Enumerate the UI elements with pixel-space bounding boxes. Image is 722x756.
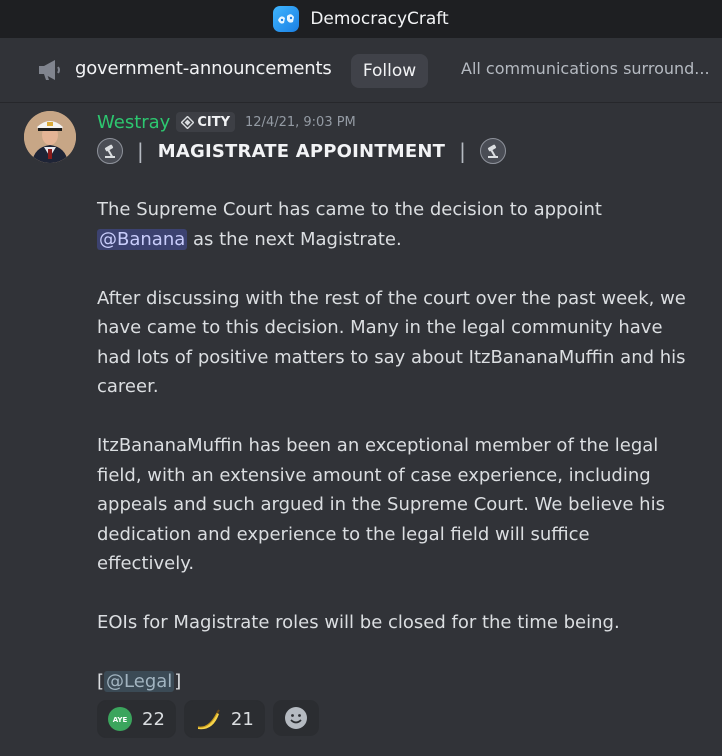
role-mention[interactable]: @Legal — [104, 671, 175, 692]
paragraph-3: ItzBananaMuffin has been an exceptional … — [97, 435, 665, 574]
city-tag-label: CITY — [197, 114, 231, 130]
follow-button[interactable]: Follow — [351, 54, 428, 88]
reactions: AYE 22 21 — [97, 700, 319, 738]
bracket-close: ] — [174, 671, 182, 692]
gavel-emblem-icon — [479, 138, 506, 164]
role-mention-line: [@Legal] — [97, 667, 687, 697]
smiley-icon — [284, 707, 307, 729]
avatar[interactable] — [24, 111, 76, 163]
heading-separator: | — [459, 139, 466, 163]
reaction-count: 22 — [142, 708, 165, 730]
heading-separator: | — [137, 139, 144, 163]
reaction-banana[interactable]: 21 — [183, 700, 265, 738]
svg-text:AYE: AYE — [113, 716, 128, 724]
announcement-heading: | MAGISTRATE APPOINTMENT | — [97, 136, 506, 166]
channel-topic[interactable]: All communications surround... — [461, 59, 713, 78]
paragraph-1-tail: as the next Magistrate. — [187, 228, 402, 250]
bracket-open: [ — [97, 671, 105, 692]
channel-name: government-announcements — [75, 58, 332, 79]
gavel-emblem-icon — [97, 138, 123, 164]
paragraph-1: The Supreme Court has came to the decisi… — [97, 195, 687, 254]
megaphone-icon — [39, 60, 60, 80]
heading-text: MAGISTRATE APPOINTMENT — [157, 140, 446, 162]
window-titlebar: DemocracyCraft — [0, 0, 722, 38]
timestamp[interactable]: 12/4/21, 9:03 PM — [245, 115, 356, 130]
diamond-icon — [181, 115, 195, 129]
message: Westray CITY 12/4/21, 9:03 PM | MAGISTRA… — [0, 103, 722, 756]
aye-emoji-icon: AYE — [108, 707, 132, 731]
paragraph-4: EOIs for Magistrate roles will be closed… — [97, 612, 620, 633]
reaction-count: 21 — [230, 708, 254, 730]
banana-emoji-icon — [195, 707, 221, 731]
server-name: DemocracyCraft — [310, 9, 449, 29]
server-logo-icon — [273, 6, 300, 32]
channel-header: government-announcements Follow All comm… — [0, 38, 722, 103]
city-tag[interactable]: CITY — [176, 112, 236, 132]
user-mention[interactable]: @Banana — [97, 228, 188, 250]
message-body: The Supreme Court has came to the decisi… — [97, 195, 687, 726]
paragraph-2: After discussing with the rest of the co… — [97, 287, 686, 398]
author-name[interactable]: Westray — [97, 112, 170, 133]
reaction-aye[interactable]: AYE 22 — [97, 700, 176, 738]
paragraph-1-text: The Supreme Court has came to the decisi… — [97, 199, 602, 220]
add-reaction-button[interactable] — [272, 700, 319, 736]
